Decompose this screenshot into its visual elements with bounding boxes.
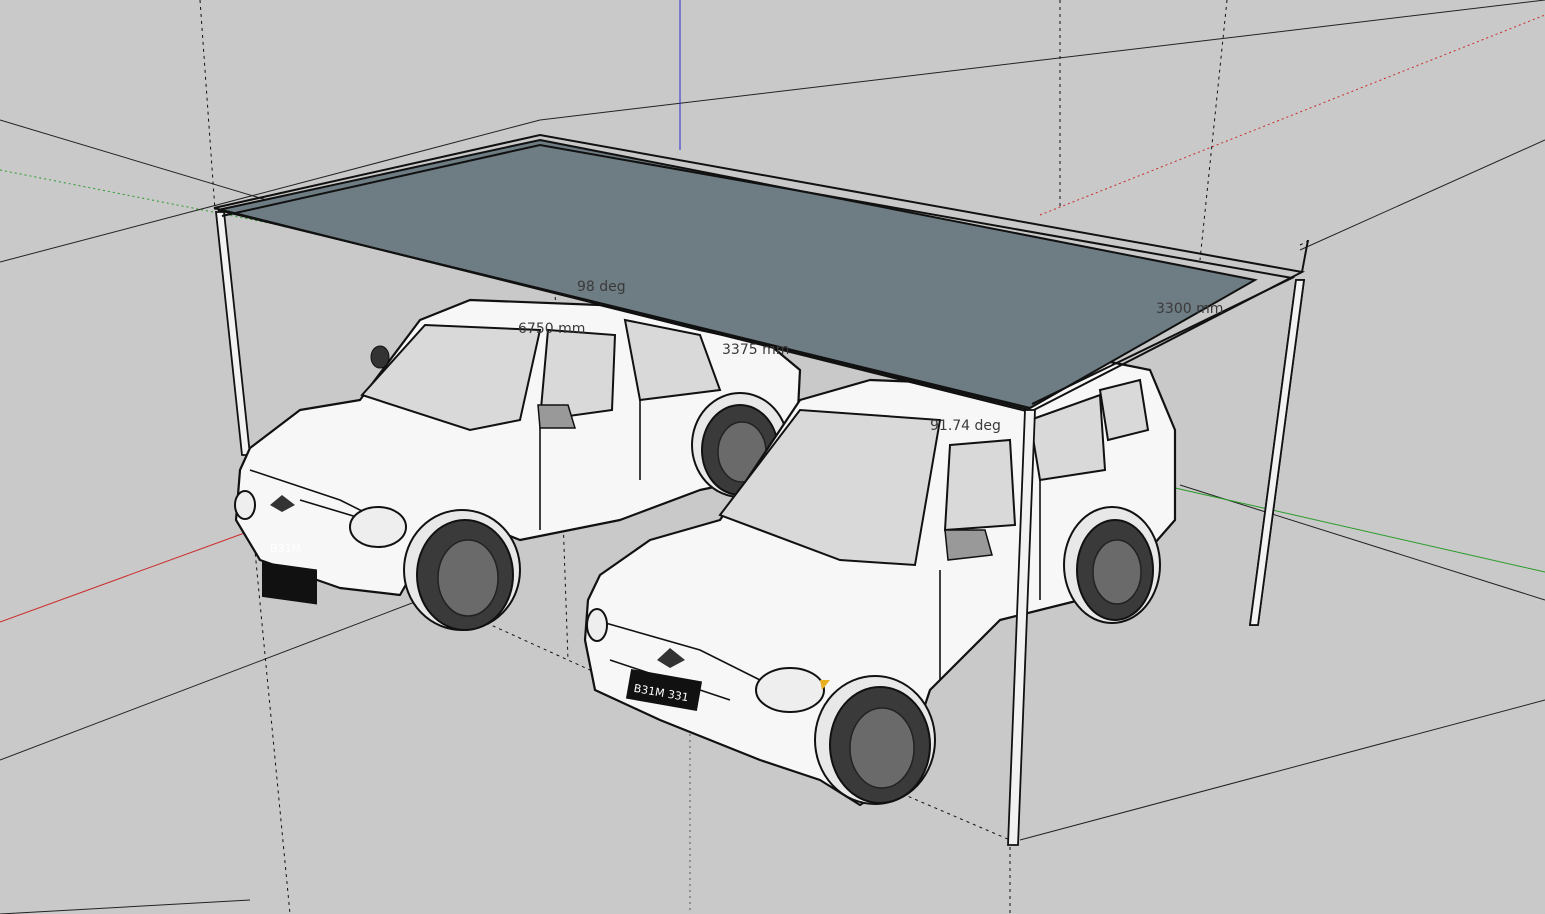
model-canvas[interactable]: B31M B31M 331 98 deg 6750 mm 3375 mm 330… [0,0,1545,914]
angle-corner-label: 91.74 deg [930,418,1001,434]
green-axis [1139,479,1545,573]
headlight-right [755,667,825,713]
plate-text-left: B31M [270,542,301,555]
half-length-label: 3375 mm [722,342,789,358]
width-label: 3300 mm [1156,301,1223,317]
red-axis-dotted [1039,14,1545,216]
sketchup-viewport[interactable]: B31M B31M 331 98 deg 6750 mm 3375 mm 330… [0,0,1545,914]
mirror-left [537,404,577,429]
angle-top-label: 98 deg [577,279,626,295]
mirror-right [944,529,993,561]
length-label: 6750 mm [518,321,585,337]
headlight-left [349,506,407,548]
